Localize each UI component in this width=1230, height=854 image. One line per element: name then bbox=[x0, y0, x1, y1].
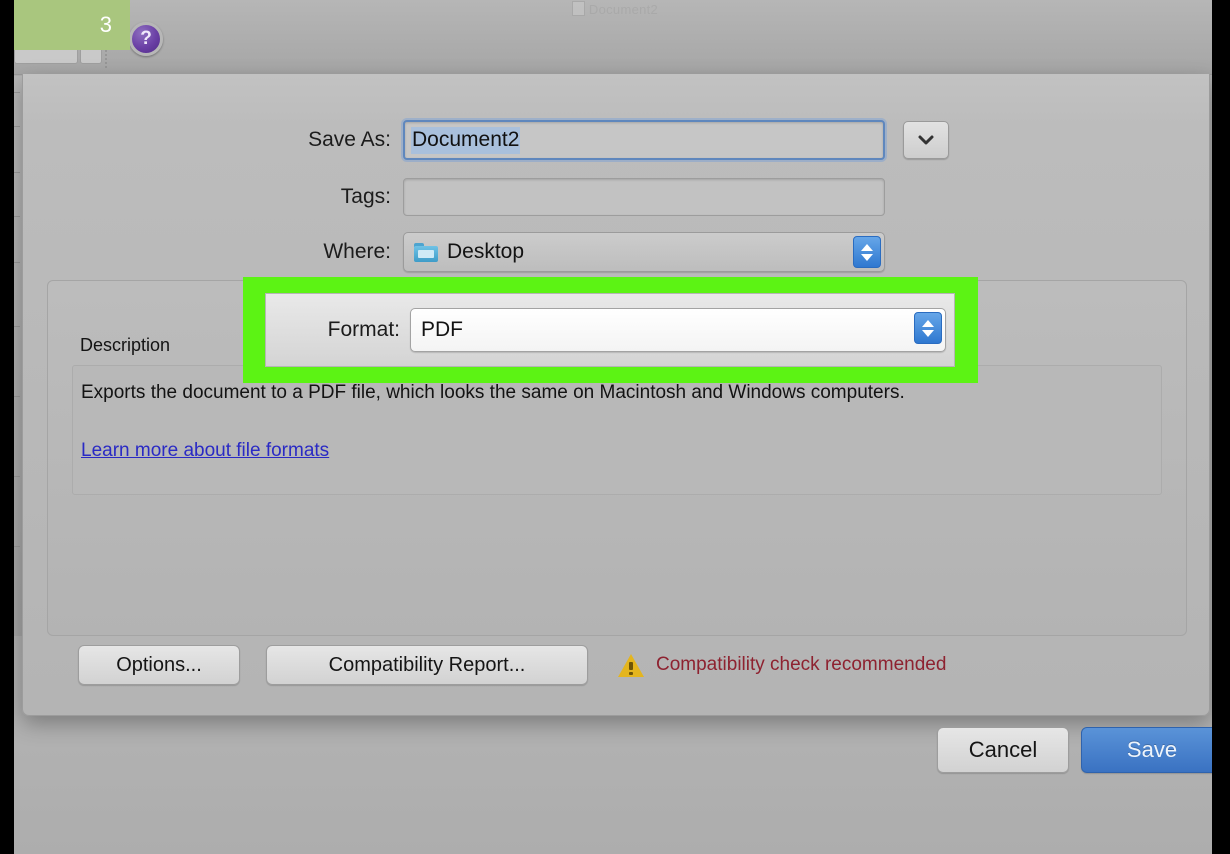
options-button[interactable]: Options... bbox=[78, 645, 240, 685]
description-text: Exports the document to a PDF file, whic… bbox=[81, 380, 1141, 406]
description-heading: Description bbox=[80, 335, 170, 356]
tags-input[interactable] bbox=[403, 178, 885, 216]
where-label: Where: bbox=[23, 240, 403, 264]
warning-triangle-icon bbox=[618, 654, 644, 677]
where-stepper-icon[interactable] bbox=[853, 236, 881, 268]
help-icon[interactable]: ? bbox=[129, 22, 163, 56]
format-stepper-icon[interactable] bbox=[914, 312, 942, 344]
expand-browser-button[interactable] bbox=[903, 121, 949, 159]
document-icon bbox=[572, 1, 585, 16]
where-row: Where: Desktop bbox=[23, 232, 1211, 272]
help-icon-glyph: ? bbox=[140, 28, 152, 49]
description-box: Exports the document to a PDF file, whic… bbox=[72, 365, 1162, 495]
save-as-label: Save As: bbox=[23, 128, 403, 152]
folder-icon bbox=[414, 243, 438, 262]
format-label: Format: bbox=[284, 318, 410, 342]
chevron-down-icon bbox=[917, 134, 935, 146]
background-left-pane bbox=[0, 76, 23, 636]
step-number-label: 3 bbox=[100, 12, 112, 37]
screen: Document2 ? 3 Save As: Documen bbox=[0, 0, 1230, 854]
background-window-title: Document2 bbox=[0, 1, 1230, 17]
save-as-value: Document2 bbox=[411, 127, 520, 154]
step-number-badge: 3 bbox=[10, 0, 130, 50]
tags-label: Tags: bbox=[23, 185, 403, 209]
save-dialog-sheet: Save As: Document2 Tags: Where: Desktop bbox=[22, 74, 1210, 716]
compatibility-warning: Compatibility check recommended bbox=[618, 645, 946, 685]
save-button[interactable]: Save bbox=[1081, 727, 1223, 773]
format-dropdown[interactable]: PDF bbox=[410, 308, 946, 352]
compatibility-report-button[interactable]: Compatibility Report... bbox=[266, 645, 588, 685]
format-row-container: Format: PDF bbox=[265, 293, 955, 367]
tags-row: Tags: bbox=[23, 178, 1211, 216]
save-as-row: Save As: Document2 bbox=[23, 120, 1211, 160]
format-value: PDF bbox=[421, 318, 463, 342]
cancel-button[interactable]: Cancel bbox=[937, 727, 1069, 773]
save-as-input[interactable]: Document2 bbox=[403, 120, 885, 160]
format-row-highlight: Format: PDF bbox=[243, 277, 978, 383]
where-dropdown[interactable]: Desktop bbox=[403, 232, 885, 272]
compatibility-warning-text: Compatibility check recommended bbox=[656, 654, 946, 676]
learn-more-link[interactable]: Learn more about file formats bbox=[81, 440, 329, 462]
background-window-title-text: Document2 bbox=[589, 2, 658, 17]
where-value: Desktop bbox=[447, 240, 524, 264]
format-row: Format: PDF bbox=[284, 308, 946, 352]
